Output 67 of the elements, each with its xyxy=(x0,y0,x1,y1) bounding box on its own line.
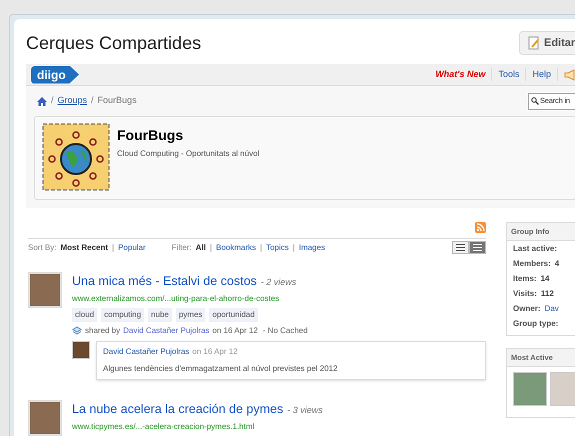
filter-option[interactable]: Topics xyxy=(266,242,289,254)
avatar-photo xyxy=(28,400,62,436)
group-name: FourBugs xyxy=(117,126,184,145)
window-title: Cerques Compartides xyxy=(26,32,202,55)
filter-option[interactable]: Images xyxy=(298,242,326,254)
sort-option[interactable]: Most Recent xyxy=(60,242,108,254)
breadcrumb-separator: / xyxy=(91,94,94,108)
info-label: Owner: xyxy=(513,302,541,314)
view-count: - 2 views xyxy=(260,276,296,289)
edit-button[interactable]: Editar xyxy=(519,31,575,55)
breadcrumb-separator: / xyxy=(51,94,54,108)
logo: diigo xyxy=(31,66,79,84)
cache-status: - No Cached xyxy=(262,324,308,337)
user-link[interactable]: David Castañer Pujolras xyxy=(123,324,210,337)
tag[interactable]: nube xyxy=(148,308,172,322)
comment-text: Algunes tendències d'emmagatzament al núvol previstes pel 2012 xyxy=(103,362,339,375)
sort-option[interactable]: Popular xyxy=(118,242,146,254)
view-count: - 3 views xyxy=(287,404,323,417)
comment-date: on 16 Apr 12 xyxy=(192,346,238,358)
nav-link[interactable]: Tools xyxy=(492,68,526,82)
filter-label: Filter: xyxy=(172,242,192,254)
tag[interactable]: cloud xyxy=(72,308,98,322)
info-label: Members: xyxy=(513,258,551,270)
info-value: 4 xyxy=(554,258,560,270)
separator: | xyxy=(112,242,114,254)
separator: | xyxy=(292,242,295,254)
tag[interactable]: pymes xyxy=(176,308,206,322)
nav-link[interactable]: Help xyxy=(526,68,558,82)
separator: | xyxy=(260,242,262,254)
bookmark-url[interactable]: www.ticpymes.es/...-acelera-creacion-pymes.1.html xyxy=(72,420,486,432)
megaphone-icon xyxy=(564,68,575,80)
nav-link[interactable]: What's New xyxy=(429,68,492,82)
layers-icon xyxy=(72,326,82,336)
avatar-photo xyxy=(513,372,547,406)
sort-label: Sort By: xyxy=(28,242,56,254)
filter-option[interactable]: All xyxy=(196,242,206,254)
list-icon xyxy=(473,244,482,251)
shared-date: on 16 Apr 12 xyxy=(212,324,258,337)
info-value[interactable]: Dav xyxy=(544,302,559,314)
search-icon xyxy=(531,97,539,105)
tag[interactable]: computing xyxy=(101,308,144,322)
info-value: 112 xyxy=(540,288,554,300)
detail-view-button[interactable] xyxy=(469,241,486,254)
breadcrumb-current: FourBugs xyxy=(98,94,137,108)
list-view-button[interactable] xyxy=(452,241,469,254)
separator: | xyxy=(210,242,212,254)
home-icon[interactable] xyxy=(37,96,47,106)
breadcrumb-link[interactable]: Groups xyxy=(58,94,88,108)
shared-by-label: shared by xyxy=(85,324,120,337)
edit-icon xyxy=(528,36,540,50)
info-label: Visits: xyxy=(513,288,537,300)
group-description: Cloud Computing - Oportunitats al núvol xyxy=(117,148,260,160)
user-link[interactable]: David Castañer Pujolras xyxy=(103,346,190,358)
info-label: Group type: xyxy=(513,318,558,330)
bookmark-url[interactable]: www.externalizamos.com/...uting-para-el-ahorro-de-costes xyxy=(72,292,486,305)
avatar-photo xyxy=(72,340,90,359)
list-icon xyxy=(456,244,465,251)
bookmark-title[interactable]: La nube acelera la creación de pymes xyxy=(72,400,284,418)
avatar-photo xyxy=(550,372,575,406)
avatar-photo xyxy=(28,272,62,308)
group-logo-drawing xyxy=(42,123,110,191)
info-value: 14 xyxy=(540,272,550,284)
info-label: Items: xyxy=(513,272,537,284)
tag[interactable]: oportunidad xyxy=(209,308,258,322)
filter-option[interactable]: Bookmarks xyxy=(216,242,256,254)
info-label: Last active: xyxy=(513,242,558,254)
bookmark-title[interactable]: Una mica més - Estalvi de costos xyxy=(72,272,257,291)
